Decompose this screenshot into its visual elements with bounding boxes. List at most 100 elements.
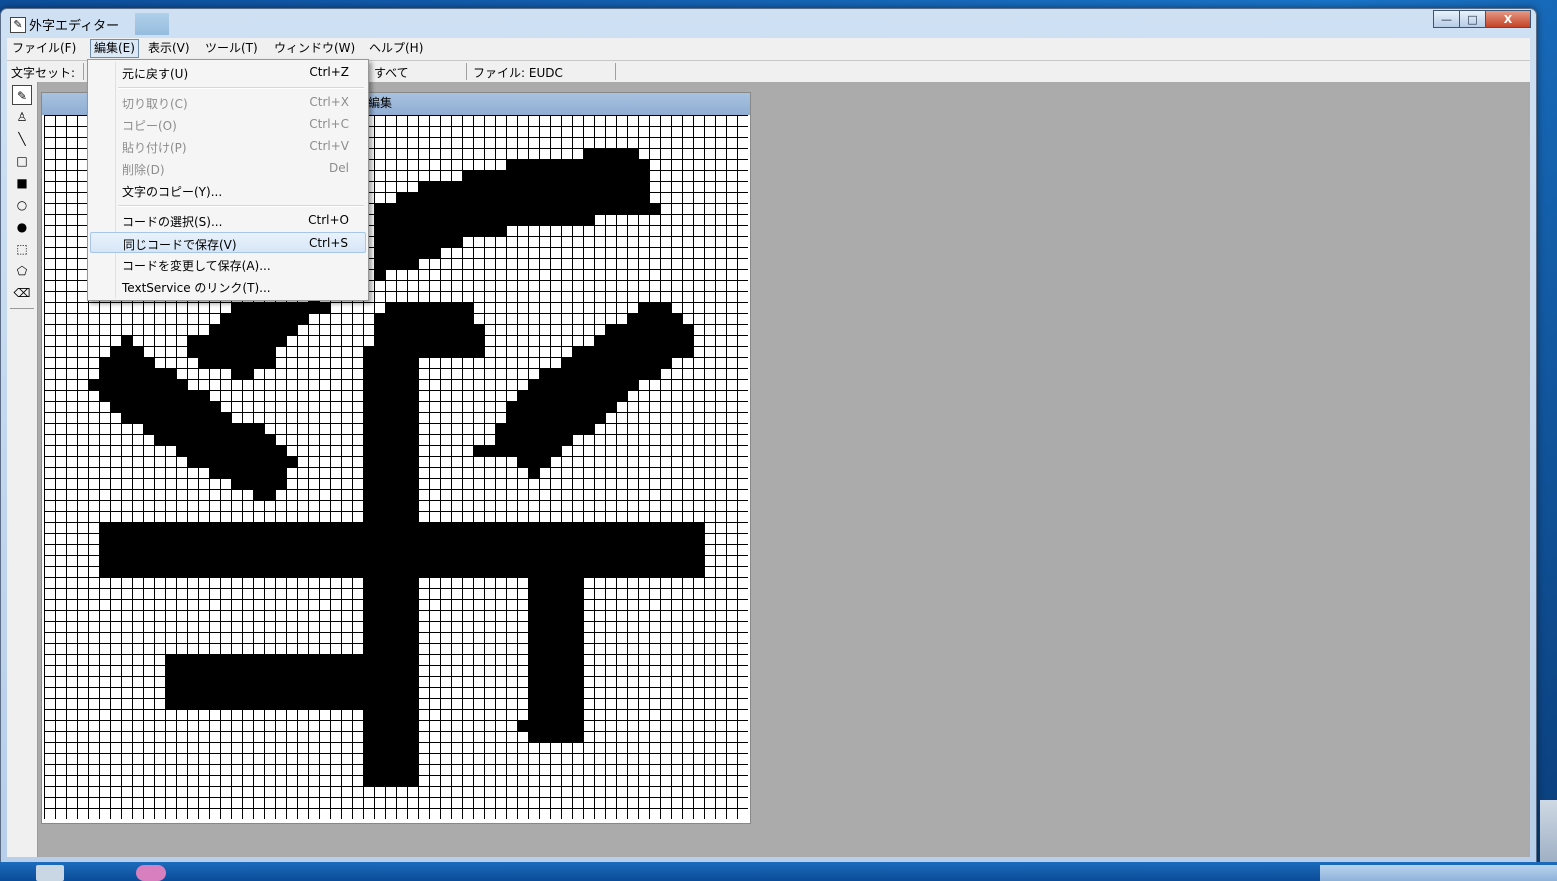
- menu-item-label: 同じコードで保存(V): [123, 238, 237, 252]
- glyph-pixel-block: [638, 302, 671, 313]
- glyph-pixel-block: [583, 148, 638, 159]
- glyph-pixel-block: [374, 258, 418, 269]
- pencil-icon[interactable]: ✎: [12, 85, 32, 105]
- menu-separator: [118, 87, 364, 89]
- glyph-pixel-block: [385, 302, 473, 313]
- menu-item-label: コードを変更して保存(A)...: [122, 259, 271, 273]
- toolbox: ✎ ♙ ╲ □ ■ ○ ● ⬚ ⬠ ⌫: [7, 82, 38, 857]
- menu-item-shortcut: Del: [329, 161, 349, 175]
- glyph-pixel-block: [88, 379, 187, 390]
- title-ghost-icon: [135, 13, 169, 35]
- glyph-pixel-block: [99, 390, 209, 401]
- background-window-edge: [1540, 800, 1557, 862]
- glyph-pixel-block: [253, 489, 275, 500]
- menu-file[interactable]: ファイル(F): [9, 40, 79, 57]
- glyph-pixel-block: [539, 368, 660, 379]
- glyph-pixel-block: [506, 159, 649, 170]
- menu-item-shortcut: Ctrl+S: [308, 236, 348, 250]
- menu-item-save-same-code[interactable]: 同じコードで保存(V) Ctrl+S: [90, 232, 366, 253]
- menu-item-copy-character[interactable]: 文字のコピー(Y)...: [90, 180, 366, 201]
- glyph-pixel-block: [198, 357, 275, 368]
- glyph-pixel-block: [363, 346, 484, 357]
- glyph-pixel-block: [121, 335, 132, 346]
- glyph-pixel-block: [594, 335, 693, 346]
- ellipse-outline-icon[interactable]: ○: [12, 195, 32, 215]
- glyph-pixel-block: [231, 302, 330, 313]
- charset-label: 文字セット:: [11, 66, 76, 80]
- menu-item-cut[interactable]: 切り取り(C) Ctrl+X: [90, 92, 366, 113]
- glyph-pixel-block: [506, 401, 616, 412]
- toolbox-divider: [10, 308, 34, 309]
- menu-item-textservice-link[interactable]: TextService のリンク(T)...: [90, 276, 366, 297]
- status-divider: [83, 63, 84, 80]
- glyph-pixel-block: [374, 313, 473, 324]
- menu-tools[interactable]: ツール(T): [202, 40, 261, 57]
- glyph-pixel-block: [528, 577, 583, 742]
- title-bar[interactable]: ✎ 外字エディター — □ X: [1, 9, 1536, 37]
- menu-item-delete[interactable]: 削除(D) Del: [90, 158, 366, 179]
- menu-item-label: コピー(O): [122, 119, 177, 133]
- glyph-pixel-block: [143, 423, 264, 434]
- menu-separator: [118, 205, 364, 207]
- app-pencil-icon: ✎: [10, 17, 26, 33]
- close-button[interactable]: X: [1485, 10, 1531, 28]
- status-divider: [466, 63, 467, 80]
- menu-item-copy[interactable]: コピー(O) Ctrl+C: [90, 114, 366, 135]
- menu-item-shortcut: Ctrl+X: [309, 95, 349, 109]
- app-icon[interactable]: [36, 865, 64, 881]
- glyph-pixel-block: [187, 335, 286, 346]
- glyph-pixel-block: [374, 247, 440, 258]
- menu-help[interactable]: ヘルプ(H): [366, 40, 426, 57]
- font-value: すべて: [374, 66, 409, 80]
- character-icon[interactable]: [136, 865, 166, 881]
- window-title: 外字エディター: [29, 19, 120, 34]
- glyph-pixel-block: [176, 445, 286, 456]
- glyph-pixel-block: [231, 368, 253, 379]
- glyph-pixel-block: [187, 346, 275, 357]
- taskbar: [0, 862, 1557, 881]
- minimize-button[interactable]: —: [1433, 10, 1460, 28]
- menu-window[interactable]: ウィンドウ(W): [271, 40, 358, 57]
- menu-edit[interactable]: 編集(E): [90, 39, 139, 58]
- file-label: ファイル: EUDC: [473, 66, 563, 80]
- menu-item-label: 切り取り(C): [122, 97, 188, 111]
- glyph-pixel-block: [605, 324, 693, 335]
- menu-item-shortcut: Ctrl+Z: [309, 65, 349, 79]
- menu-item-select-code[interactable]: コードの選択(S)... Ctrl+O: [90, 210, 366, 231]
- maximize-button[interactable]: □: [1459, 10, 1486, 28]
- menu-item-label: TextService のリンク(T)...: [122, 281, 271, 295]
- eraser-icon[interactable]: ⌫: [12, 283, 32, 303]
- menu-bar: ファイル(F) 編集(E) 表示(V) ツール(T) ウィンドウ(W) ヘルプ(…: [7, 38, 1530, 59]
- glyph-pixel-block: [572, 346, 693, 357]
- glyph-pixel-block: [110, 401, 220, 412]
- glyph-pixel-block: [528, 467, 539, 478]
- glyph-pixel-block: [363, 368, 418, 786]
- menu-item-undo[interactable]: 元に戻す(U) Ctrl+Z: [90, 62, 366, 83]
- glyph-pixel-block: [528, 379, 638, 390]
- glyph-pixel-block: [473, 445, 561, 456]
- glyph-pixel-block: [220, 313, 308, 324]
- line-icon[interactable]: ╲: [12, 129, 32, 149]
- status-divider: [615, 63, 616, 80]
- rectangle-filled-icon[interactable]: ■: [12, 173, 32, 193]
- glyph-pixel-block: [374, 324, 484, 335]
- edit-menu-dropdown: 元に戻す(U) Ctrl+Z 切り取り(C) Ctrl+X コピー(O) Ctr…: [87, 59, 369, 301]
- rect-select-icon[interactable]: ⬚: [12, 239, 32, 259]
- freeform-select-icon[interactable]: ⬠: [12, 261, 32, 281]
- glyph-pixel-block: [110, 346, 143, 357]
- menu-view[interactable]: 表示(V): [145, 40, 193, 57]
- ellipse-filled-icon[interactable]: ●: [12, 217, 32, 237]
- glyph-pixel-block: [231, 478, 286, 489]
- rectangle-outline-icon[interactable]: □: [12, 151, 32, 171]
- menu-item-label: 貼り付け(P): [122, 141, 187, 155]
- menu-item-save-as-code[interactable]: コードを変更して保存(A)...: [90, 254, 366, 275]
- glyph-pixel-block: [374, 269, 385, 280]
- glyph-pixel-block: [374, 225, 506, 236]
- glyph-pixel-block: [561, 357, 671, 368]
- menu-item-shortcut: Ctrl+V: [309, 139, 349, 153]
- menu-item-paste[interactable]: 貼り付け(P) Ctrl+V: [90, 136, 366, 157]
- glyph-pixel-block: [363, 357, 418, 368]
- glyph-pixel-block: [99, 522, 704, 577]
- brush-icon[interactable]: ♙: [12, 107, 32, 127]
- glyph-pixel-block: [517, 720, 528, 731]
